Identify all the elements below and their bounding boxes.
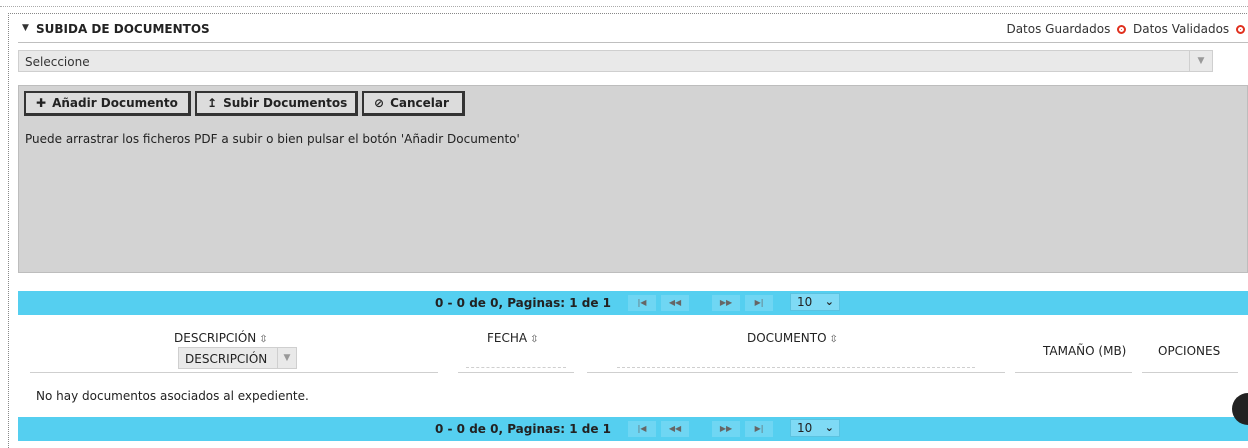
filter-dashed-line [466,367,566,368]
col-header-tamano: TAMAÑO (MB) [1043,344,1126,358]
sort-icon: ⇳ [829,334,838,345]
col-header-fecha[interactable]: FECHA ⇳ [487,331,539,345]
pager-info: 0 - 0 de 0, Paginas: 1 de 1 [435,422,612,436]
cancel-button[interactable]: ⊘ Cancelar [362,91,465,116]
status-validated-icon [1236,25,1245,34]
cancel-label: Cancelar [390,96,449,110]
filter-value: DESCRIPCIÓN [185,352,268,366]
pager-bottom: 0 - 0 de 0, Paginas: 1 de 1 |◀ ◀◀ ▶▶ ▶| … [18,417,1248,441]
sort-icon: ⇳ [530,334,539,345]
document-type-select[interactable]: Seleccione ▼ [18,50,1213,72]
cancel-icon: ⊘ [374,96,385,110]
dropdown-arrow-icon[interactable]: ▼ [1189,51,1212,71]
add-document-label: Añadir Documento [52,96,178,110]
first-page-icon[interactable]: |◀ [628,421,656,437]
status-saved-icon [1117,25,1127,34]
upload-dropzone[interactable]: ✚ Añadir Documento ↥ Subir Documentos ⊘ Can… [18,85,1248,273]
filter-dashed-line [617,367,975,368]
col-header-documento[interactable]: DOCUMENTO ⇳ [747,331,838,345]
chevron-down-icon: ⌄ [824,421,834,434]
col-tamano-label: TAMAÑO (MB) [1043,344,1127,358]
col-descripcion-label: DESCRIPCIÓN [174,331,257,345]
header-underline [587,372,1005,373]
pager-top: 0 - 0 de 0, Paginas: 1 de 1 |◀ ◀◀ ▶▶ ▶| … [18,291,1248,315]
section-title: SUBIDA DE DOCUMENTOS [36,22,210,36]
header-underline [30,372,438,373]
page-size-value: 10 [797,421,813,435]
header-underline [1142,372,1238,373]
prev-page-icon[interactable]: ◀◀ [661,295,689,311]
next-page-icon[interactable]: ▶▶ [712,421,740,437]
page-size-select[interactable]: 10 ⌄ [790,293,840,311]
sort-icon: ⇳ [259,334,268,345]
col-header-descripcion[interactable]: DESCRIPCIÓN ⇳ [174,331,268,345]
pager-info: 0 - 0 de 0, Paginas: 1 de 1 [435,296,612,310]
page-size-value: 10 [797,295,813,309]
upload-arrow-icon: ↥ [207,96,218,110]
collapse-triangle-icon[interactable]: ▼ [22,23,29,33]
col-documento-label: DOCUMENTO [747,331,827,345]
page-size-select[interactable]: 10 ⌄ [790,419,840,437]
last-page-icon[interactable]: ▶| [745,421,773,437]
header-underline [1015,372,1132,373]
description-filter-select[interactable]: DESCRIPCIÓN ▼ [178,347,297,369]
prev-page-icon[interactable]: ◀◀ [661,421,689,437]
col-opciones-label: OPCIONES [1158,344,1221,358]
select-value: Seleccione [25,55,90,69]
top-border [0,0,1248,7]
section-header[interactable]: ▼ SUBIDA DE DOCUMENTOS Datos Guardados D… [18,17,1248,43]
upload-hint: Puede arrastrar los ficheros PDF a subir… [25,132,520,146]
next-page-icon[interactable]: ▶▶ [712,295,740,311]
upload-documents-label: Subir Documentos [223,96,348,110]
last-page-icon[interactable]: ▶| [745,295,773,311]
chevron-down-icon: ⌄ [824,295,834,308]
status-saved-label: Datos Guardados [1006,22,1111,36]
status-validated-label: Datos Validados [1132,22,1230,36]
first-page-icon[interactable]: |◀ [628,295,656,311]
plus-icon: ✚ [36,96,47,110]
dropdown-arrow-icon[interactable]: ▼ [277,348,296,368]
col-fecha-label: FECHA [487,331,528,345]
status-indicators: Datos Guardados Datos Validados [1006,22,1248,36]
header-underline [458,372,574,373]
add-document-button[interactable]: ✚ Añadir Documento [24,91,191,116]
col-header-opciones: OPCIONES [1158,344,1220,358]
upload-documents-button[interactable]: ↥ Subir Documentos [195,91,358,116]
empty-table-message: No hay documentos asociados al expedient… [36,389,309,403]
